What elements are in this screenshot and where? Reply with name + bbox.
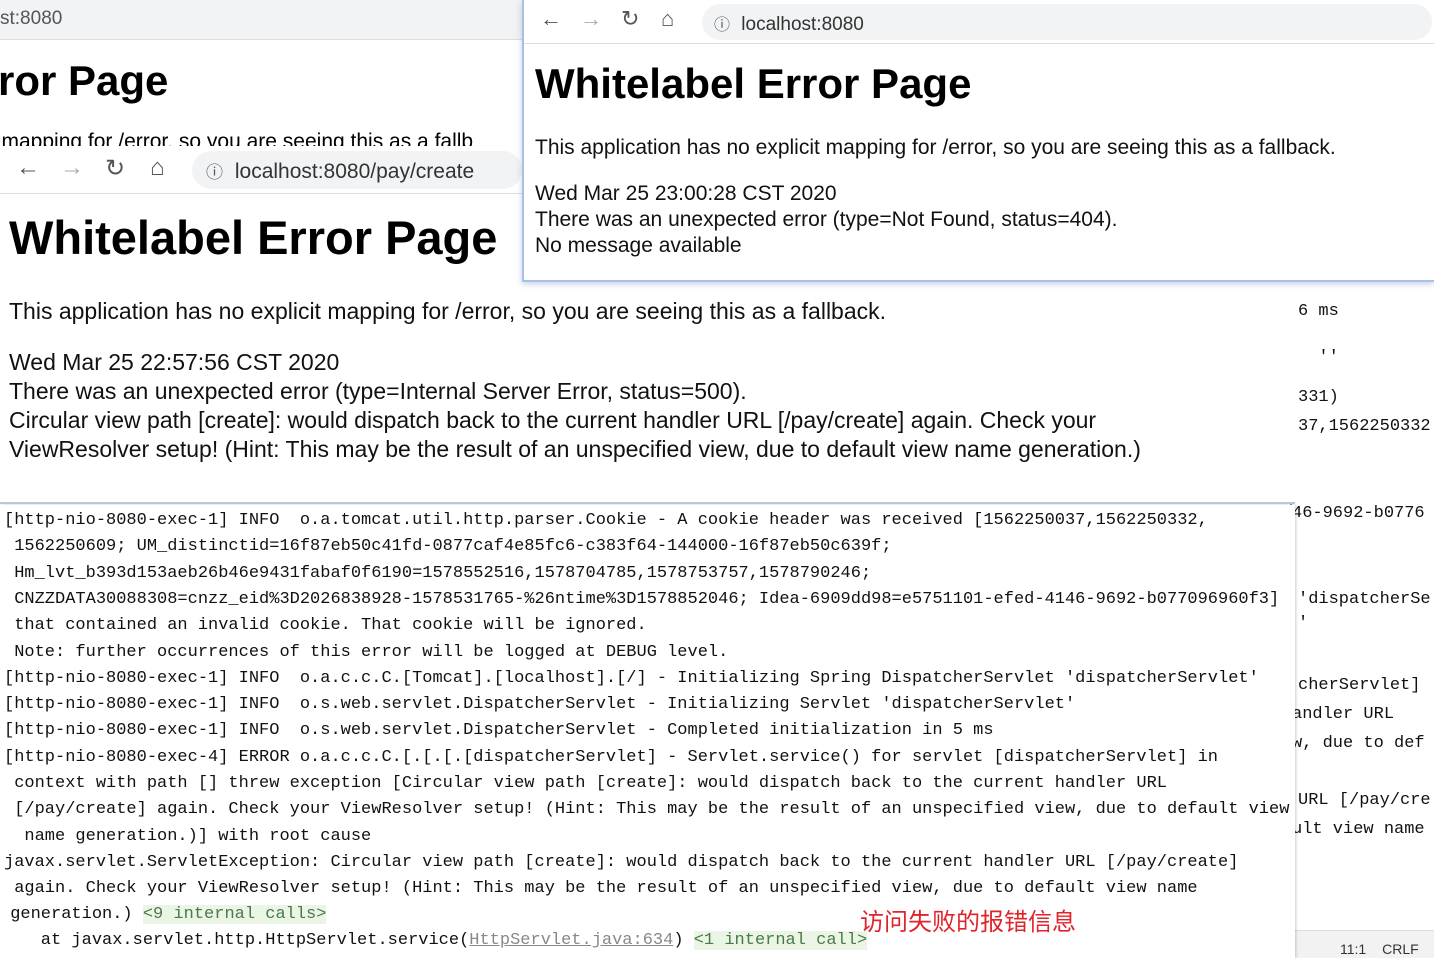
address-bar[interactable]: ⓘ localhost:8080	[702, 4, 1432, 40]
page-title: Whitelabel Error Page	[9, 211, 498, 264]
console-line: generation.) <9 internal calls>	[0, 905, 327, 924]
console-line: [/pay/create] again. Check your ViewReso…	[4, 800, 1290, 820]
page-text: icit mapping for /error, so you are seei…	[0, 130, 474, 146]
page-text: This application has no explicit mapping…	[535, 136, 1336, 159]
console-line: Hm_lvt_b393d153aeb26b46e9431fabaf0f6190=…	[4, 563, 872, 583]
cursor-position[interactable]: 11:1	[1340, 941, 1366, 957]
console-line: 1562250609; UM_distinctid=16f87eb50c41fd…	[4, 537, 892, 557]
console-fragment: 46-9692-b0776	[1292, 504, 1425, 523]
page-title: Whitelabel Error Page	[535, 60, 972, 107]
console-line: [http-nio-8080-exec-1] INFO o.a.c.c.C.[T…	[4, 668, 1259, 688]
back-arrow-icon[interactable]: ←	[540, 6, 562, 32]
console-fragment: ''	[1298, 348, 1339, 367]
console-fragment: 6 ms	[1298, 302, 1339, 321]
console-fragment: URL [/pay/cre	[1298, 791, 1431, 810]
console-line: [http-nio-8080-exec-4] ERROR o.a.c.c.C.[…	[4, 747, 1218, 767]
console-line: [http-nio-8080-exec-1] INFO o.a.tomcat.u…	[4, 511, 1208, 530]
back-arrow-icon[interactable]: ←	[16, 154, 40, 182]
console-line: [http-nio-8080-exec-1] INFO o.s.web.serv…	[4, 721, 994, 741]
console-line: context with path [] threw exception [Ci…	[4, 774, 1167, 793]
console-line: at javax.servlet.http.HttpServlet.servic…	[0, 931, 868, 950]
console-line: that contained an invalid cookie. That c…	[4, 616, 647, 636]
home-icon[interactable]: ⌂	[661, 6, 674, 32]
ide-status-bar: 11:1 CRLF	[1290, 930, 1434, 958]
console-fragment: 37,1562250332	[1298, 417, 1431, 436]
internal-call-fold[interactable]: <1 internal call>	[693, 931, 868, 950]
console-fragment: w, due to def	[1292, 734, 1425, 753]
forward-arrow-icon[interactable]: →	[60, 154, 84, 182]
source-link[interactable]: HttpServlet.java:634	[469, 931, 673, 950]
url-text: localhost:8080	[741, 14, 864, 35]
url-text: localhost:8080/pay/create	[234, 160, 475, 183]
console-line: [http-nio-8080-exec-1] INFO o.s.web.serv…	[4, 695, 1076, 715]
address-bar[interactable]: ⓘ localhost:8080/pay/create	[192, 151, 522, 189]
error-type: There was an unexpected error (type=Inte…	[9, 378, 747, 404]
browser-toolbar: ← → ↻ ⌂ ⓘ localhost:8080	[524, 0, 1434, 44]
reload-icon[interactable]: ↻	[621, 6, 639, 32]
line-ending[interactable]: CRLF	[1382, 941, 1419, 957]
browser-window-back: st:8080 ror Page icit mapping for /error…	[0, 0, 522, 146]
console-fragment: cherServlet]	[1298, 676, 1421, 695]
home-icon[interactable]: ⌂	[150, 154, 165, 182]
browser-window-root: ← → ↻ ⌂ ⓘ localhost:8080 Whitelabel Erro…	[522, 0, 1434, 282]
console-line: CNZZDATA30088308=cnzz_eid%3D2026838928-1…	[4, 589, 1280, 609]
error-message: No message available	[535, 234, 742, 257]
error-type: There was an unexpected error (type=Not …	[535, 208, 1118, 231]
console-text: at javax.servlet.http.HttpServlet.servic…	[0, 931, 470, 950]
internal-calls-fold[interactable]: <9 internal calls>	[142, 905, 327, 924]
error-message: ViewResolver setup! (Hint: This may be t…	[9, 436, 1141, 462]
page-text: This application has no explicit mapping…	[9, 298, 887, 324]
console-line: name generation.)] with root cause	[4, 826, 372, 846]
page-title: ror Page	[0, 57, 169, 104]
console-output: [http-nio-8080-exec-1] INFO o.a.tomcat.u…	[0, 505, 1295, 958]
info-icon[interactable]: ⓘ	[206, 163, 223, 182]
console-line: Note: further occurrences of this error …	[4, 642, 729, 662]
ide-background-console: 6 ms '' 331) 37,1562250332 46-9692-b0776…	[1290, 280, 1434, 958]
address-bar[interactable]: st:8080	[0, 0, 522, 40]
console-fragment: 331)	[1298, 388, 1339, 407]
console-line: again. Check your ViewResolver setup! (H…	[4, 879, 1198, 899]
console-text: generation.)	[0, 905, 143, 924]
annotation-label: 访问失败的报错信息	[860, 909, 1076, 936]
console-text: )	[673, 931, 694, 950]
console-line: javax.servlet.ServletException: Circular…	[4, 852, 1239, 872]
console-fragment: ult view name	[1292, 820, 1425, 839]
console-fragment: '	[1298, 614, 1309, 633]
console-fragment: 'dispatcherSe	[1298, 590, 1431, 609]
forward-arrow-icon[interactable]: →	[580, 6, 602, 32]
error-message: Circular view path [create]: would dispa…	[9, 407, 1097, 433]
browser-toolbar: ← → ↻ ⌂ ⓘ localhost:8080/pay/create	[0, 146, 522, 194]
info-icon[interactable]: ⓘ	[714, 17, 730, 34]
error-timestamp: Wed Mar 25 23:00:28 CST 2020	[535, 182, 837, 205]
console-fragment: andler URL	[1292, 705, 1395, 724]
error-timestamp: Wed Mar 25 22:57:56 CST 2020	[9, 349, 340, 375]
reload-icon[interactable]: ↻	[105, 154, 125, 183]
